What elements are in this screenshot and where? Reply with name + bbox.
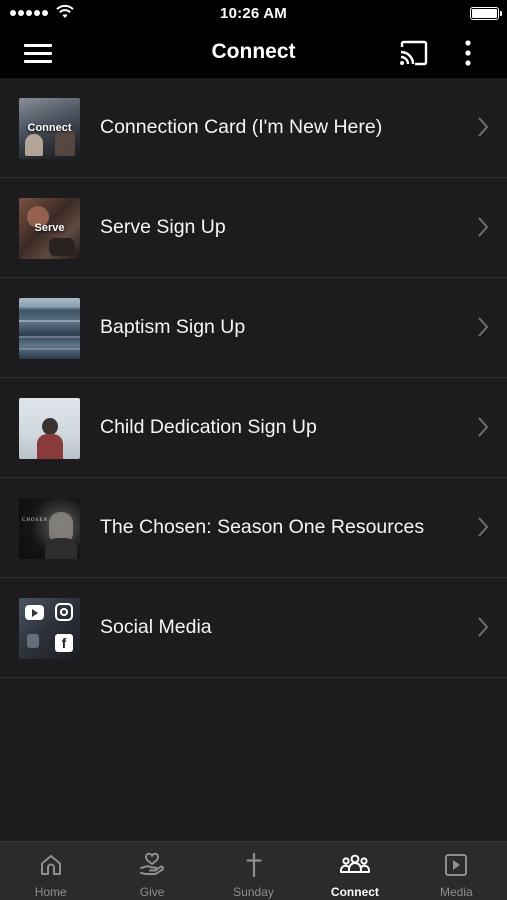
tab-label: Home	[34, 885, 67, 899]
tab-bar: Home Give Sunday Connect Media	[0, 841, 507, 900]
play-icon	[445, 854, 468, 876]
the-chosen-thumbnail: CHOSEN	[19, 498, 80, 559]
cross-icon	[245, 852, 262, 878]
list-item-serve-sign-up[interactable]: Serve Serve Sign Up	[0, 178, 507, 278]
chevron-right-icon	[478, 117, 489, 137]
tab-label: Sunday	[233, 885, 274, 899]
the-chosen-thumbnail-text: CHOSEN	[22, 518, 49, 523]
tab-home[interactable]: Home	[0, 842, 101, 900]
chevron-right-icon	[478, 317, 489, 337]
list-item-label: Baptism Sign Up	[100, 316, 246, 338]
more-options-icon[interactable]	[456, 38, 480, 68]
people-icon	[339, 854, 370, 873]
connection-card-thumbnail: Connect	[19, 98, 80, 159]
serve-sign-up-thumbnail-text: Serve	[34, 222, 65, 234]
social-media-thumbnail: f	[19, 598, 80, 659]
hamburger-menu-button[interactable]	[24, 41, 54, 65]
chevron-right-icon	[478, 217, 489, 237]
tab-connect[interactable]: Connect	[304, 842, 405, 900]
tab-give[interactable]: Give	[101, 842, 202, 900]
connect-list: Connect Connection Card (I'm New Here) S…	[0, 78, 507, 678]
status-time: 10:26 AM	[220, 5, 287, 22]
list-item-label: Connection Card (I'm New Here)	[100, 116, 383, 138]
tab-label: Give	[139, 885, 165, 899]
list-item-the-chosen-resources[interactable]: CHOSEN The Chosen: Season One Resources	[0, 478, 507, 578]
cast-icon[interactable]	[398, 38, 430, 68]
serve-sign-up-thumbnail: Serve	[19, 198, 80, 259]
instagram-icon	[55, 603, 73, 621]
status-bar: 10:26 AM	[0, 0, 507, 28]
list-item-child-dedication-sign-up[interactable]: Child Dedication Sign Up	[0, 378, 507, 478]
navigation-bar: Connect	[0, 28, 507, 78]
tab-label: Media	[439, 885, 473, 899]
youtube-icon	[25, 605, 44, 620]
list-item-connection-card[interactable]: Connect Connection Card (I'm New Here)	[0, 78, 507, 178]
list-item-baptism-sign-up[interactable]: Baptism Sign Up	[0, 278, 507, 378]
chevron-right-icon	[478, 417, 489, 437]
chevron-right-icon	[478, 517, 489, 537]
list-item-label: The Chosen: Season One Resources	[100, 516, 425, 538]
chevron-right-icon	[478, 617, 489, 637]
battery-icon	[470, 7, 502, 20]
home-icon	[40, 855, 61, 875]
list-item-social-media[interactable]: f Social Media	[0, 578, 507, 678]
connection-card-thumbnail-text: Connect	[27, 122, 72, 134]
facebook-icon: f	[55, 634, 73, 652]
tab-label: Connect	[330, 885, 379, 899]
list-item-label: Serve Sign Up	[100, 216, 226, 238]
tab-media[interactable]: Media	[406, 842, 507, 900]
list-item-label: Social Media	[100, 616, 212, 638]
list-item-label: Child Dedication Sign Up	[100, 416, 317, 438]
tab-sunday[interactable]: Sunday	[203, 842, 304, 900]
child-dedication-thumbnail	[19, 398, 80, 459]
give-icon	[140, 852, 165, 875]
page-title: Connect	[211, 40, 296, 63]
baptism-sign-up-thumbnail	[19, 298, 80, 359]
